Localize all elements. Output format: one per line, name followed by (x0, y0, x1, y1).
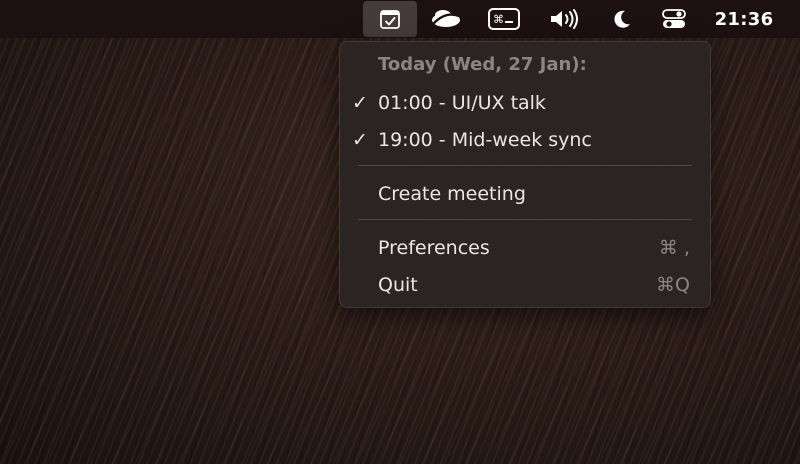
menu-header-today: Today (Wed, 27 Jan): (378, 54, 587, 75)
create-meeting-label: Create meeting (378, 183, 526, 205)
calendar-check-icon (380, 10, 400, 29)
command-key-icon: ⌘ (488, 8, 520, 30)
cloud-app-icon (432, 10, 461, 27)
svg-text:⌘: ⌘ (493, 13, 504, 26)
calendar-dropdown-menu: Today (Wed, 27 Jan): ✓ 01:00 - UI/UX tal… (339, 41, 711, 308)
preferences-label: Preferences (378, 237, 490, 259)
volume-icon (551, 9, 578, 29)
checkmark-icon: ✓ (352, 129, 368, 151)
menu-bar: ⌘ 21:36 (0, 0, 800, 38)
meeting-label: 19:00 - Mid-week sync (378, 129, 592, 151)
create-meeting-item[interactable]: Create meeting (340, 179, 710, 209)
cloud-status-item[interactable] (423, 0, 469, 38)
quit-label: Quit (378, 274, 418, 296)
menu-separator (358, 165, 692, 166)
quit-shortcut: ⌘Q (656, 274, 690, 296)
preferences-shortcut: ⌘ , (658, 237, 690, 259)
moon-icon (614, 10, 630, 28)
command-status-item[interactable]: ⌘ (482, 0, 526, 38)
meeting-item-2[interactable]: ✓ 19:00 - Mid-week sync (340, 125, 710, 155)
clock-status-item[interactable]: 21:36 (704, 0, 784, 38)
control-center-status-item[interactable] (656, 0, 692, 38)
clock-label: 21:36 (714, 8, 774, 30)
calendar-status-item[interactable] (363, 1, 417, 37)
checkmark-icon: ✓ (352, 92, 368, 114)
meeting-item-1[interactable]: ✓ 01:00 - UI/UX talk (340, 88, 710, 118)
control-center-icon (662, 9, 686, 28)
preferences-item[interactable]: Preferences ⌘ , (340, 233, 710, 263)
menu-separator (358, 219, 692, 220)
focus-status-item[interactable] (604, 0, 640, 38)
quit-item[interactable]: Quit ⌘Q (340, 270, 710, 300)
volume-status-item[interactable] (544, 0, 584, 38)
meeting-label: 01:00 - UI/UX talk (378, 92, 546, 114)
